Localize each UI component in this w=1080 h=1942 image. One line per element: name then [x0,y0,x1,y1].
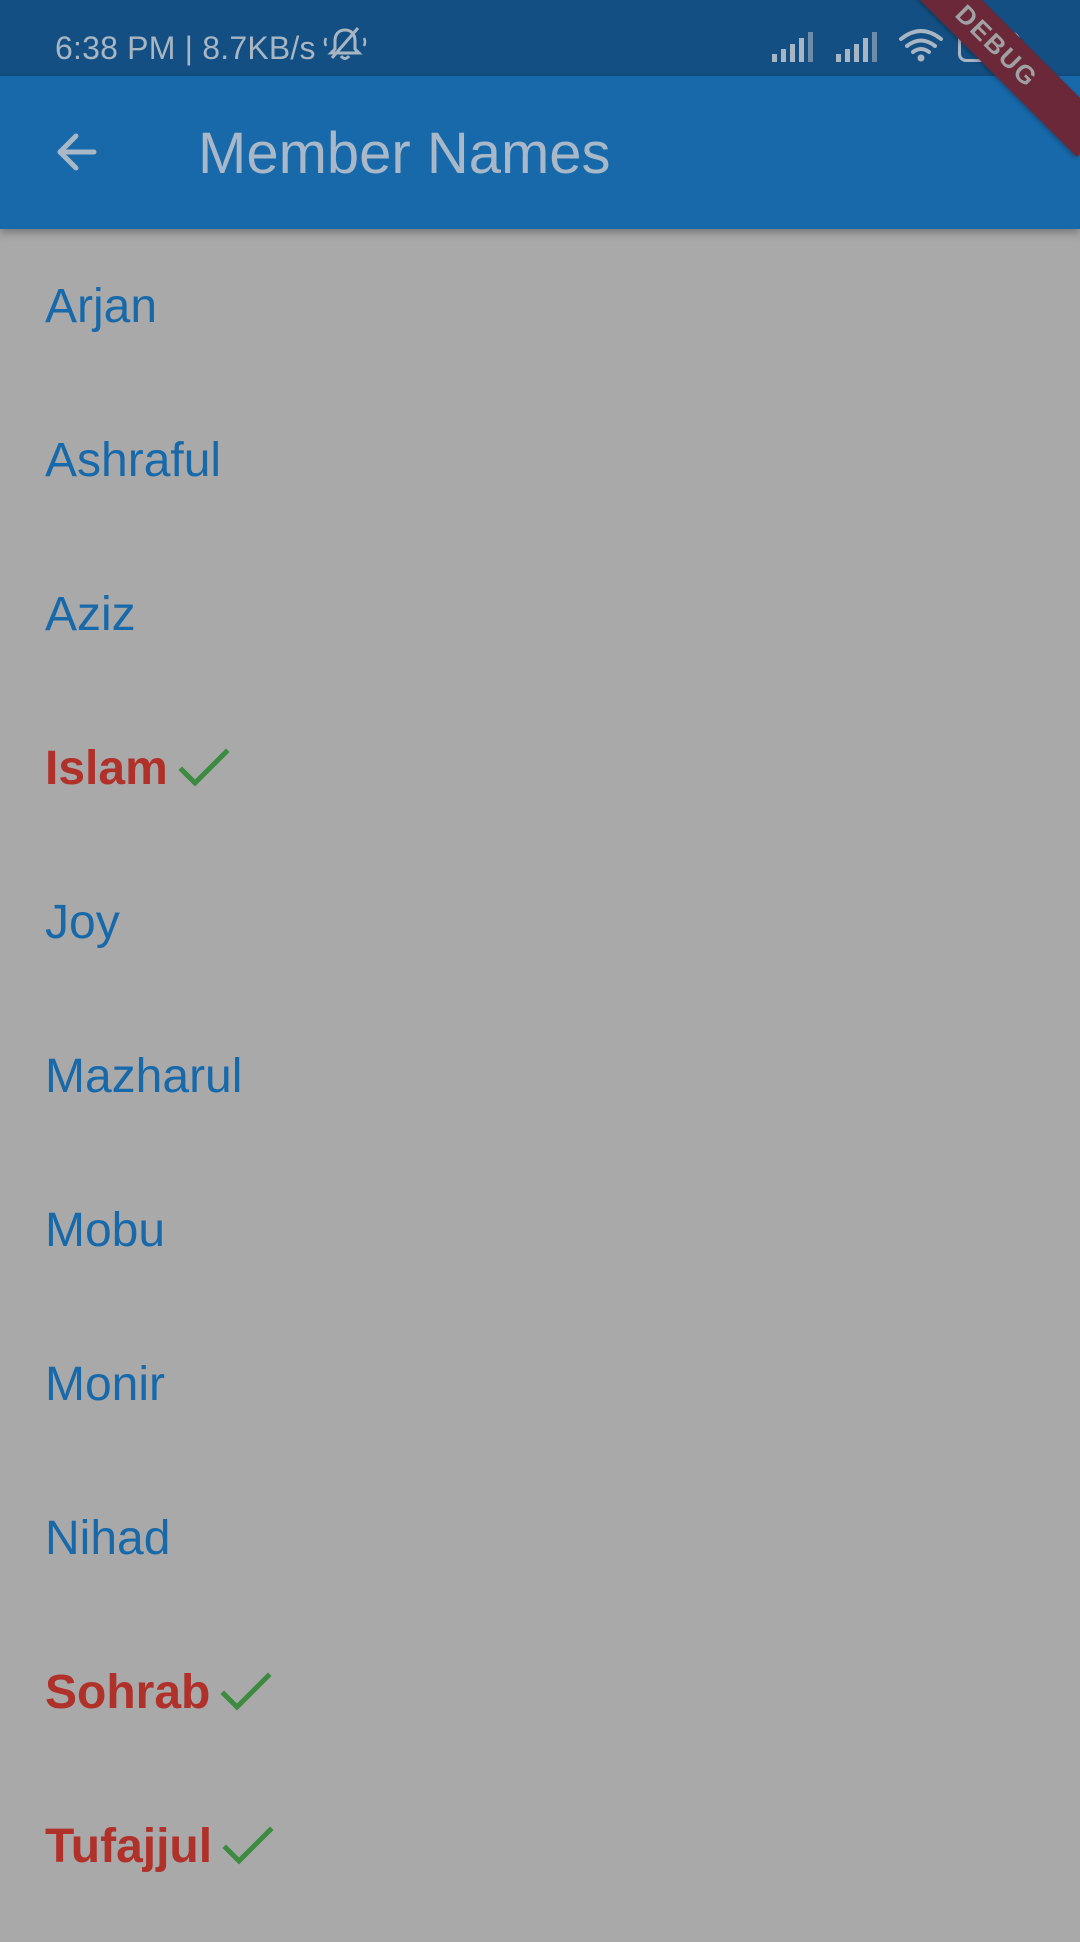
member-item[interactable]: Arjan [0,229,1080,383]
app-bar: Member Names [0,76,1080,229]
member-item[interactable]: Aziz [0,537,1080,691]
member-item[interactable]: Mazharul [0,999,1080,1153]
check-icon [220,1670,272,1714]
wifi-icon [898,28,944,67]
member-name: Joy [45,895,120,949]
signal-icon [770,28,820,67]
member-name: Islam [45,741,168,795]
member-item[interactable]: Tufajjul [0,1769,1080,1923]
member-item[interactable]: Monir [0,1307,1080,1461]
arrow-back-icon [52,128,100,181]
back-button[interactable] [40,118,112,190]
member-item[interactable]: Islam [0,691,1080,845]
member-name: Tufajjul [45,1819,213,1873]
status-time-speed: 6:38 PM | 8.7KB/s [55,29,316,66]
member-name: Nihad [45,1511,171,1565]
member-name: Sohrab [45,1665,211,1719]
page-title: Member Names [198,121,611,186]
check-icon [222,1824,274,1868]
screen: 6:38 PM | 8.7KB/s DEBUG Member Names Arj… [0,0,1080,1942]
member-name: Monir [45,1357,166,1411]
member-name: Arjan [45,279,158,333]
member-name: Mobu [45,1203,166,1257]
bell-mute-icon [316,24,368,72]
member-item[interactable]: Ashraful [0,383,1080,537]
member-list: Arjan Ashraful Aziz Islam Joy Mazharul Mobu Mon… [0,229,1080,1923]
member-name: Ashraful [45,433,222,487]
member-item[interactable]: Nihad [0,1461,1080,1615]
member-name: Aziz [45,587,136,641]
status-bar: 6:38 PM | 8.7KB/s [0,0,1080,76]
check-icon [178,746,230,790]
signal-icon [834,28,884,67]
member-item[interactable]: Joy [0,845,1080,999]
member-name: Mazharul [45,1049,243,1103]
member-item[interactable]: Mobu [0,1153,1080,1307]
member-item[interactable]: Sohrab [0,1615,1080,1769]
